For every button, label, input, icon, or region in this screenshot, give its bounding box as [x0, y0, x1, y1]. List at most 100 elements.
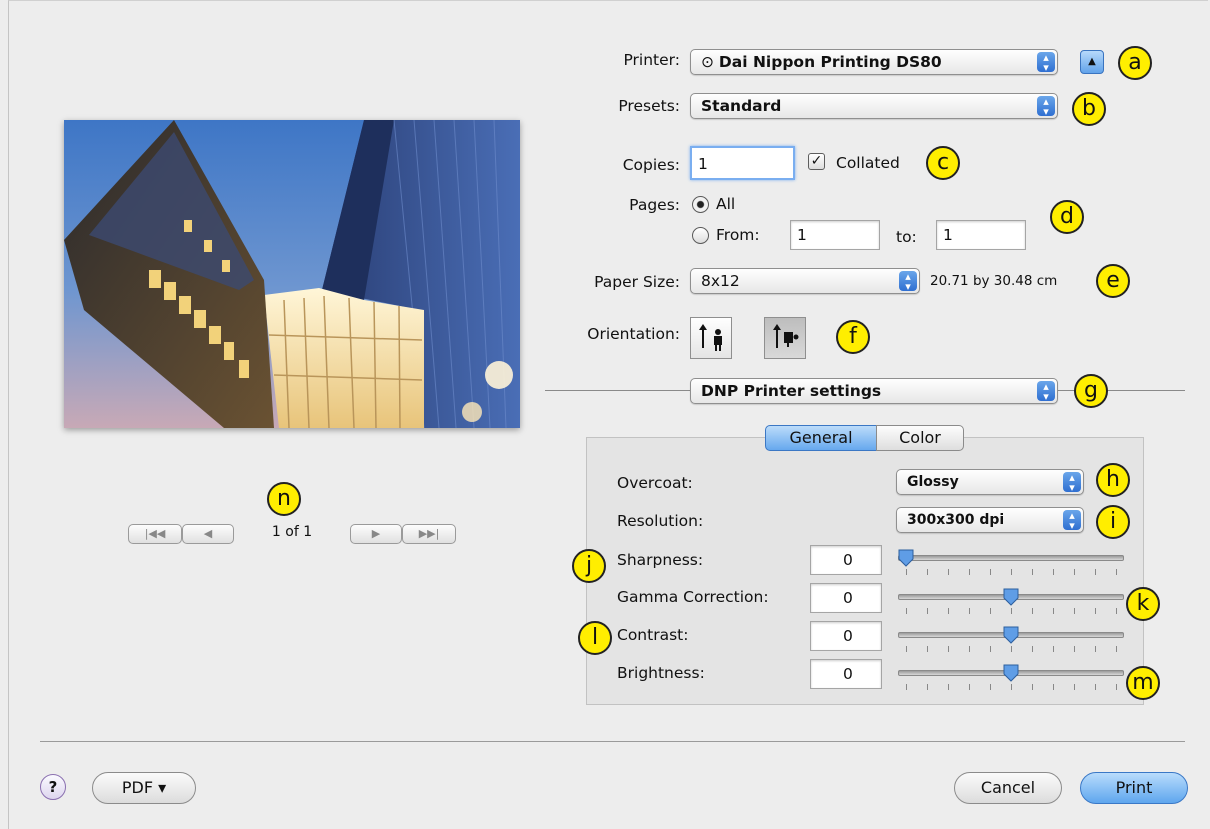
contrast-slider-tick: [1116, 646, 1117, 652]
callout-a: a: [1118, 46, 1152, 80]
printer-status-icon: ⊙: [701, 53, 719, 71]
popup-arrows-icon: [1063, 504, 1081, 538]
popup-arrows-icon: [1037, 90, 1055, 124]
gamma-slider-tick: [1032, 608, 1033, 614]
brightness-slider[interactable]: [898, 664, 1124, 694]
sharpness-label: Sharpness:: [617, 551, 704, 569]
callout-e: e: [1096, 264, 1130, 298]
collated-checkbox[interactable]: ✓: [808, 153, 825, 170]
last-page-button[interactable]: ▶▶|: [402, 524, 456, 544]
contrast-slider-tick: [1053, 646, 1054, 652]
help-button[interactable]: ?: [40, 774, 66, 800]
callout-d: d: [1050, 200, 1084, 234]
copies-field[interactable]: 1: [690, 146, 795, 180]
next-page-button[interactable]: ▶: [350, 524, 402, 544]
paper-size-label: Paper Size:: [594, 273, 680, 291]
print-button[interactable]: Print: [1080, 772, 1188, 804]
gamma-slider-tick: [1011, 608, 1012, 614]
callout-k: k: [1126, 587, 1160, 621]
paper-size-popup[interactable]: 8x12: [690, 265, 920, 299]
brightness-slider-tick: [1095, 684, 1096, 690]
tab-general[interactable]: General: [765, 425, 877, 451]
gamma-slider-tick: [906, 608, 907, 614]
sharpness-slider-tick: [948, 569, 949, 575]
collated-label: Collated: [836, 154, 900, 172]
paper-dimensions: 20.71 by 30.48 cm: [930, 273, 1058, 289]
portrait-orientation-button[interactable]: [690, 317, 732, 359]
footer-divider: [40, 741, 1185, 742]
sharpness-slider-thumb[interactable]: [898, 549, 914, 567]
checkmark-icon: ✓: [810, 153, 823, 169]
previous-page-button[interactable]: ◀: [182, 524, 234, 544]
gamma-slider-tick: [1053, 608, 1054, 614]
contrast-slider[interactable]: [898, 626, 1124, 656]
sharpness-slider-tick: [1053, 569, 1054, 575]
gamma-field[interactable]: 0: [810, 583, 882, 613]
sharpness-field[interactable]: 0: [810, 545, 882, 575]
sharpness-slider-tick: [1116, 569, 1117, 575]
resolution-popup[interactable]: 300x300 dpi: [896, 504, 1084, 538]
sharpness-slider-tick: [927, 569, 928, 575]
gamma-slider-tick: [948, 608, 949, 614]
contrast-field[interactable]: 0: [810, 621, 882, 651]
gamma-slider-tick: [969, 608, 970, 614]
brightness-slider-tick: [990, 684, 991, 690]
contrast-slider-tick: [906, 646, 907, 652]
sharpness-slider-tick: [906, 569, 907, 575]
resolution-label: Resolution:: [617, 512, 704, 530]
contrast-slider-tick: [990, 646, 991, 652]
callout-m: m: [1126, 666, 1160, 700]
brightness-slider-tick: [1074, 684, 1075, 690]
brightness-slider-thumb[interactable]: [1003, 664, 1019, 682]
brightness-slider-tick: [927, 684, 928, 690]
contrast-slider-tick: [1095, 646, 1096, 652]
pages-from-field[interactable]: 1: [790, 220, 880, 250]
sharpness-slider-tick: [1011, 569, 1012, 575]
gamma-slider[interactable]: [898, 588, 1124, 618]
brightness-slider-tick: [969, 684, 970, 690]
sharpness-slider[interactable]: [898, 549, 1124, 579]
first-page-button[interactable]: |◀◀: [128, 524, 182, 544]
pages-label: Pages:: [629, 196, 680, 214]
section-popup-value: DNP Printer settings: [701, 382, 882, 400]
pages-all-radio[interactable]: [692, 196, 709, 213]
brightness-slider-tick: [1053, 684, 1054, 690]
brightness-field[interactable]: 0: [810, 659, 882, 689]
cancel-button[interactable]: Cancel: [954, 772, 1062, 804]
preview-photo: [64, 120, 520, 428]
brightness-slider-tick: [948, 684, 949, 690]
page-indicator: 1 of 1: [271, 524, 313, 540]
landscape-orientation-button[interactable]: [764, 317, 806, 359]
pages-to-field[interactable]: 1: [936, 220, 1026, 250]
contrast-slider-tick: [948, 646, 949, 652]
printer-label: Printer:: [623, 51, 680, 69]
pdf-menu-button[interactable]: PDF ▾: [92, 772, 196, 804]
section-popup[interactable]: DNP Printer settings: [690, 375, 1058, 409]
gamma-label: Gamma Correction:: [617, 588, 769, 606]
callout-l: l: [578, 621, 612, 655]
gamma-slider-thumb[interactable]: [1003, 588, 1019, 606]
sharpness-slider-tick: [1074, 569, 1075, 575]
pages-from-radio[interactable]: [692, 227, 709, 244]
popup-arrows-icon: [1037, 375, 1055, 409]
callout-f: f: [836, 320, 870, 354]
callout-c: c: [926, 146, 960, 180]
paper-size-value: 8x12: [701, 272, 740, 290]
sharpness-slider-track[interactable]: [898, 555, 1124, 561]
overcoat-value: Glossy: [907, 474, 959, 490]
tab-color[interactable]: Color: [876, 425, 964, 451]
triangle-up-icon: ▲: [1088, 56, 1096, 67]
callout-n: n: [267, 482, 301, 516]
resolution-value: 300x300 dpi: [907, 512, 1005, 528]
popup-arrows-icon: [899, 265, 917, 299]
disclosure-button[interactable]: ▲: [1080, 50, 1104, 74]
presets-popup[interactable]: Standard: [690, 90, 1058, 124]
popup-arrows-icon: [1037, 46, 1055, 80]
overcoat-popup[interactable]: Glossy: [896, 466, 1084, 500]
contrast-slider-thumb[interactable]: [1003, 626, 1019, 644]
sharpness-slider-tick: [1095, 569, 1096, 575]
pages-all-label: All: [716, 195, 736, 213]
contrast-slider-tick: [1011, 646, 1012, 652]
pages-from-label: From:: [716, 226, 760, 244]
printer-popup[interactable]: ⊙ Dai Nippon Printing DS80: [690, 46, 1058, 80]
